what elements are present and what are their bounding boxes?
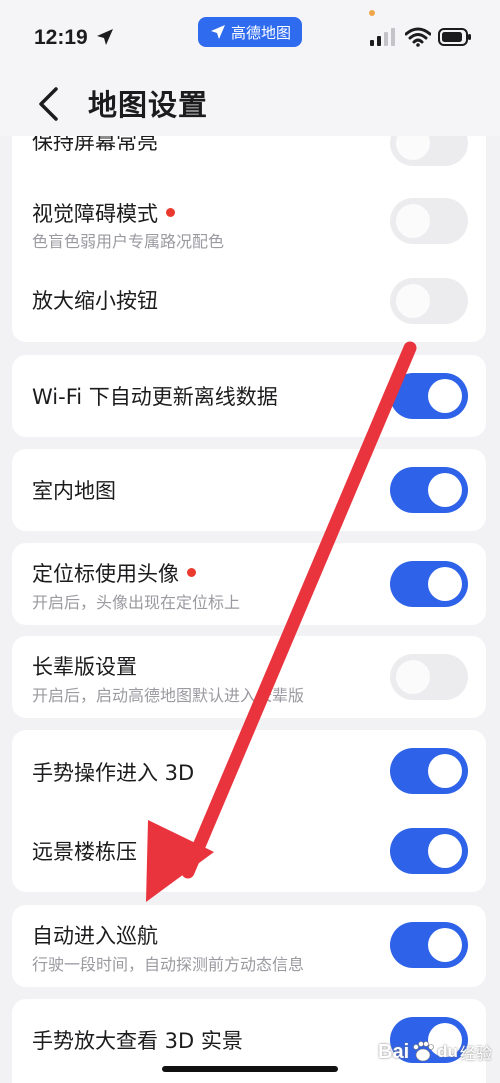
setting-subtitle: 行驶一段时间，自动探测前方动态信息 xyxy=(32,955,305,974)
location-arrow-icon xyxy=(97,29,113,45)
cellular-signal-icon xyxy=(370,28,395,46)
privacy-indicator-dot xyxy=(369,10,375,16)
app-badge-label: 高德地图 xyxy=(230,23,291,42)
setting-title: 定位标使用头像 xyxy=(32,558,196,588)
setting-title: 手势放大查看 3D 实景 xyxy=(32,1029,243,1053)
setting-title: 手势操作进入 3D xyxy=(32,761,195,785)
page-title: 地图设置 xyxy=(88,88,209,122)
indoor-map-toggle[interactable] xyxy=(390,467,468,513)
setting-row-zoom-buttons: 放大缩小按钮 xyxy=(12,268,486,338)
avatar-location-toggle[interactable] xyxy=(390,561,468,607)
toggle-knob xyxy=(428,754,462,788)
setting-title: 自动进入巡航 xyxy=(32,924,158,948)
setting-title-text: 定位标使用头像 xyxy=(32,562,179,586)
settings-card-3d: 手势操作进入 3D 远景楼栋压 xyxy=(12,730,486,892)
toggle-knob xyxy=(396,660,430,694)
visual-impairment-toggle[interactable] xyxy=(390,198,468,244)
setting-title: 视觉障碍模式 xyxy=(32,198,175,228)
home-indicator[interactable] xyxy=(162,1066,338,1072)
setting-row-indoor-map: 室内地图 xyxy=(12,449,486,531)
toggle-knob xyxy=(396,204,430,238)
auto-cruise-toggle[interactable] xyxy=(390,922,468,968)
paw-icon xyxy=(413,1041,434,1062)
setting-row-gesture-3d: 手势操作进入 3D xyxy=(12,730,486,810)
watermark-brand: Bai xyxy=(378,1040,410,1063)
baidu-watermark: Bai du 经验 xyxy=(378,1040,492,1064)
elder-mode-toggle[interactable] xyxy=(390,654,468,700)
setting-subtitle: 开启后，启动高德地图默认进入长辈版 xyxy=(32,686,305,705)
setting-title: 远景楼栋压 xyxy=(32,840,137,864)
settings-card-indoor: 室内地图 xyxy=(12,449,486,531)
setting-row-visual-impairment: 视觉障碍模式 色盲色弱用户专属路况配色 xyxy=(12,182,486,252)
toggle-knob xyxy=(428,473,462,507)
battery-icon xyxy=(438,28,471,46)
watermark-brand-mark: du xyxy=(437,1042,458,1061)
setting-title: 室内地图 xyxy=(32,479,116,503)
setting-title: Wi-Fi 下自动更新离线数据 xyxy=(32,385,278,409)
new-feature-dot xyxy=(187,567,196,577)
setting-title: 长辈版设置 xyxy=(32,655,137,679)
setting-subtitle: 开启后，头像出现在定位标上 xyxy=(32,593,241,612)
send-icon xyxy=(210,25,225,39)
status-time: 12:19 xyxy=(34,26,88,49)
setting-row-wifi-offline-update: Wi-Fi 下自动更新离线数据 xyxy=(12,355,486,437)
wifi-offline-update-toggle[interactable] xyxy=(390,373,468,419)
settings-card-offline: Wi-Fi 下自动更新离线数据 xyxy=(12,355,486,437)
gesture-3d-toggle[interactable] xyxy=(390,748,468,794)
back-chevron-icon[interactable] xyxy=(36,86,60,122)
settings-card-avatar: 定位标使用头像 开启后，头像出现在定位标上 xyxy=(12,543,486,625)
toggle-knob xyxy=(428,567,462,601)
navigation-header: 地图设置 xyxy=(0,76,500,136)
app-return-badge[interactable]: 高德地图 xyxy=(198,17,302,47)
setting-row-elder-mode: 长辈版设置 开启后，启动高德地图默认进入长辈版 xyxy=(12,636,486,718)
setting-row-auto-cruise: 自动进入巡航 行驶一段时间，自动探测前方动态信息 xyxy=(12,905,486,987)
setting-title: 放大缩小按钮 xyxy=(32,289,158,313)
settings-card-cruise: 自动进入巡航 行驶一段时间，自动探测前方动态信息 xyxy=(12,905,486,987)
watermark-suffix: 经验 xyxy=(459,1044,492,1063)
wifi-icon xyxy=(405,27,431,47)
toggle-knob xyxy=(428,379,462,413)
distant-buildings-toggle[interactable] xyxy=(390,828,468,874)
zoom-buttons-toggle[interactable] xyxy=(390,278,468,324)
toggle-knob xyxy=(428,928,462,962)
setting-title-text: 视觉障碍模式 xyxy=(32,202,158,226)
status-bar: 12:19 高德地图 xyxy=(0,0,500,76)
setting-subtitle: 色盲色弱用户专属路况配色 xyxy=(32,232,225,251)
setting-row-distant-buildings: 远景楼栋压 xyxy=(12,812,486,892)
settings-card-elder: 长辈版设置 开启后，启动高德地图默认进入长辈版 xyxy=(12,636,486,718)
new-feature-dot xyxy=(166,207,175,217)
settings-card-display: 保持屏幕常亮 视觉障碍模式 色盲色弱用户专属路况配色 放大缩小按钮 xyxy=(12,112,486,342)
toggle-knob xyxy=(396,284,430,318)
setting-row-avatar-location: 定位标使用头像 开启后，头像出现在定位标上 xyxy=(12,543,486,625)
toggle-knob xyxy=(428,834,462,868)
